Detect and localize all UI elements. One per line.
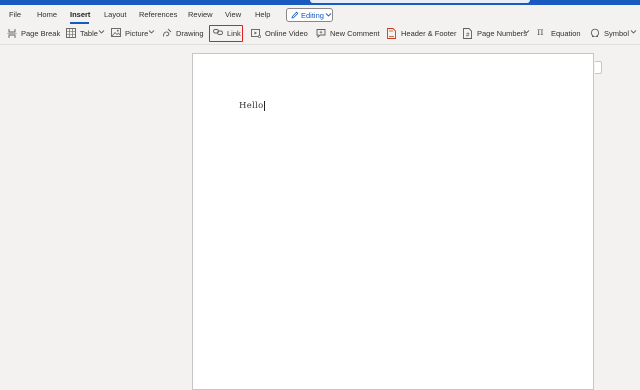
- header-footer-icon: [387, 28, 396, 41]
- tab-insert[interactable]: Insert: [70, 10, 90, 19]
- page-break-button[interactable]: Page Break: [7, 27, 61, 41]
- symbol-button[interactable]: Symbol: [590, 27, 640, 41]
- tab-file[interactable]: File: [9, 10, 21, 19]
- drawing-button[interactable]: Drawing: [162, 27, 204, 41]
- text-cursor: [264, 101, 265, 111]
- drawing-label: Drawing: [176, 29, 204, 38]
- chevron-down-icon: [325, 11, 332, 20]
- page-break-icon: [7, 28, 17, 41]
- page-numbers-label: Page Numbers: [477, 29, 528, 38]
- tab-help[interactable]: Help: [255, 10, 270, 19]
- omega-icon: [590, 28, 600, 40]
- tab-review[interactable]: Review: [188, 10, 213, 19]
- page-break-label: Page Break: [21, 29, 61, 38]
- tab-view[interactable]: View: [225, 10, 241, 19]
- table-icon: [66, 28, 76, 40]
- picture-label: Picture: [125, 29, 149, 38]
- chevron-down-icon: [523, 28, 530, 37]
- online-video-icon: [251, 28, 262, 40]
- tab-references[interactable]: References: [139, 10, 177, 19]
- editing-mode-label: Editing: [301, 11, 324, 20]
- chevron-down-icon: [98, 28, 105, 37]
- page-side-handle[interactable]: [595, 61, 602, 74]
- document-text[interactable]: Hello: [239, 101, 264, 111]
- insert-ribbon: Page Break Table Picture Drawing Link On…: [0, 24, 640, 44]
- new-comment-label: New Comment: [330, 29, 380, 38]
- table-button[interactable]: Table: [66, 27, 106, 41]
- picture-button[interactable]: Picture: [111, 27, 156, 41]
- page-numbers-button[interactable]: # Page Numbers: [463, 27, 531, 41]
- editing-mode-button[interactable]: Editing: [286, 8, 333, 22]
- symbol-label: Symbol: [604, 29, 630, 38]
- tab-home[interactable]: Home: [37, 10, 57, 19]
- equation-icon: π: [537, 27, 544, 38]
- equation-button[interactable]: π Equation: [537, 27, 581, 41]
- picture-icon: [111, 28, 121, 39]
- tab-layout[interactable]: Layout: [104, 10, 127, 19]
- chevron-down-icon: [630, 28, 637, 37]
- drawing-icon: [162, 28, 172, 40]
- comment-icon: [316, 28, 326, 40]
- word-app: File Home Insert Layout References Revie…: [0, 0, 640, 390]
- svg-text:#: #: [466, 33, 470, 39]
- online-video-label: Online Video: [265, 29, 308, 38]
- online-video-button[interactable]: Online Video: [251, 27, 308, 41]
- search-box[interactable]: [310, 0, 530, 3]
- link-highlight-box: [209, 25, 243, 42]
- new-comment-button[interactable]: New Comment: [316, 27, 380, 41]
- page-numbers-icon: #: [463, 28, 472, 41]
- header-footer-button[interactable]: Header & Footer: [387, 27, 457, 41]
- chevron-down-icon: [148, 28, 155, 37]
- table-label: Table: [80, 29, 98, 38]
- header-footer-label: Header & Footer: [401, 29, 457, 38]
- pencil-icon: [291, 11, 299, 21]
- equation-label: Equation: [551, 29, 581, 38]
